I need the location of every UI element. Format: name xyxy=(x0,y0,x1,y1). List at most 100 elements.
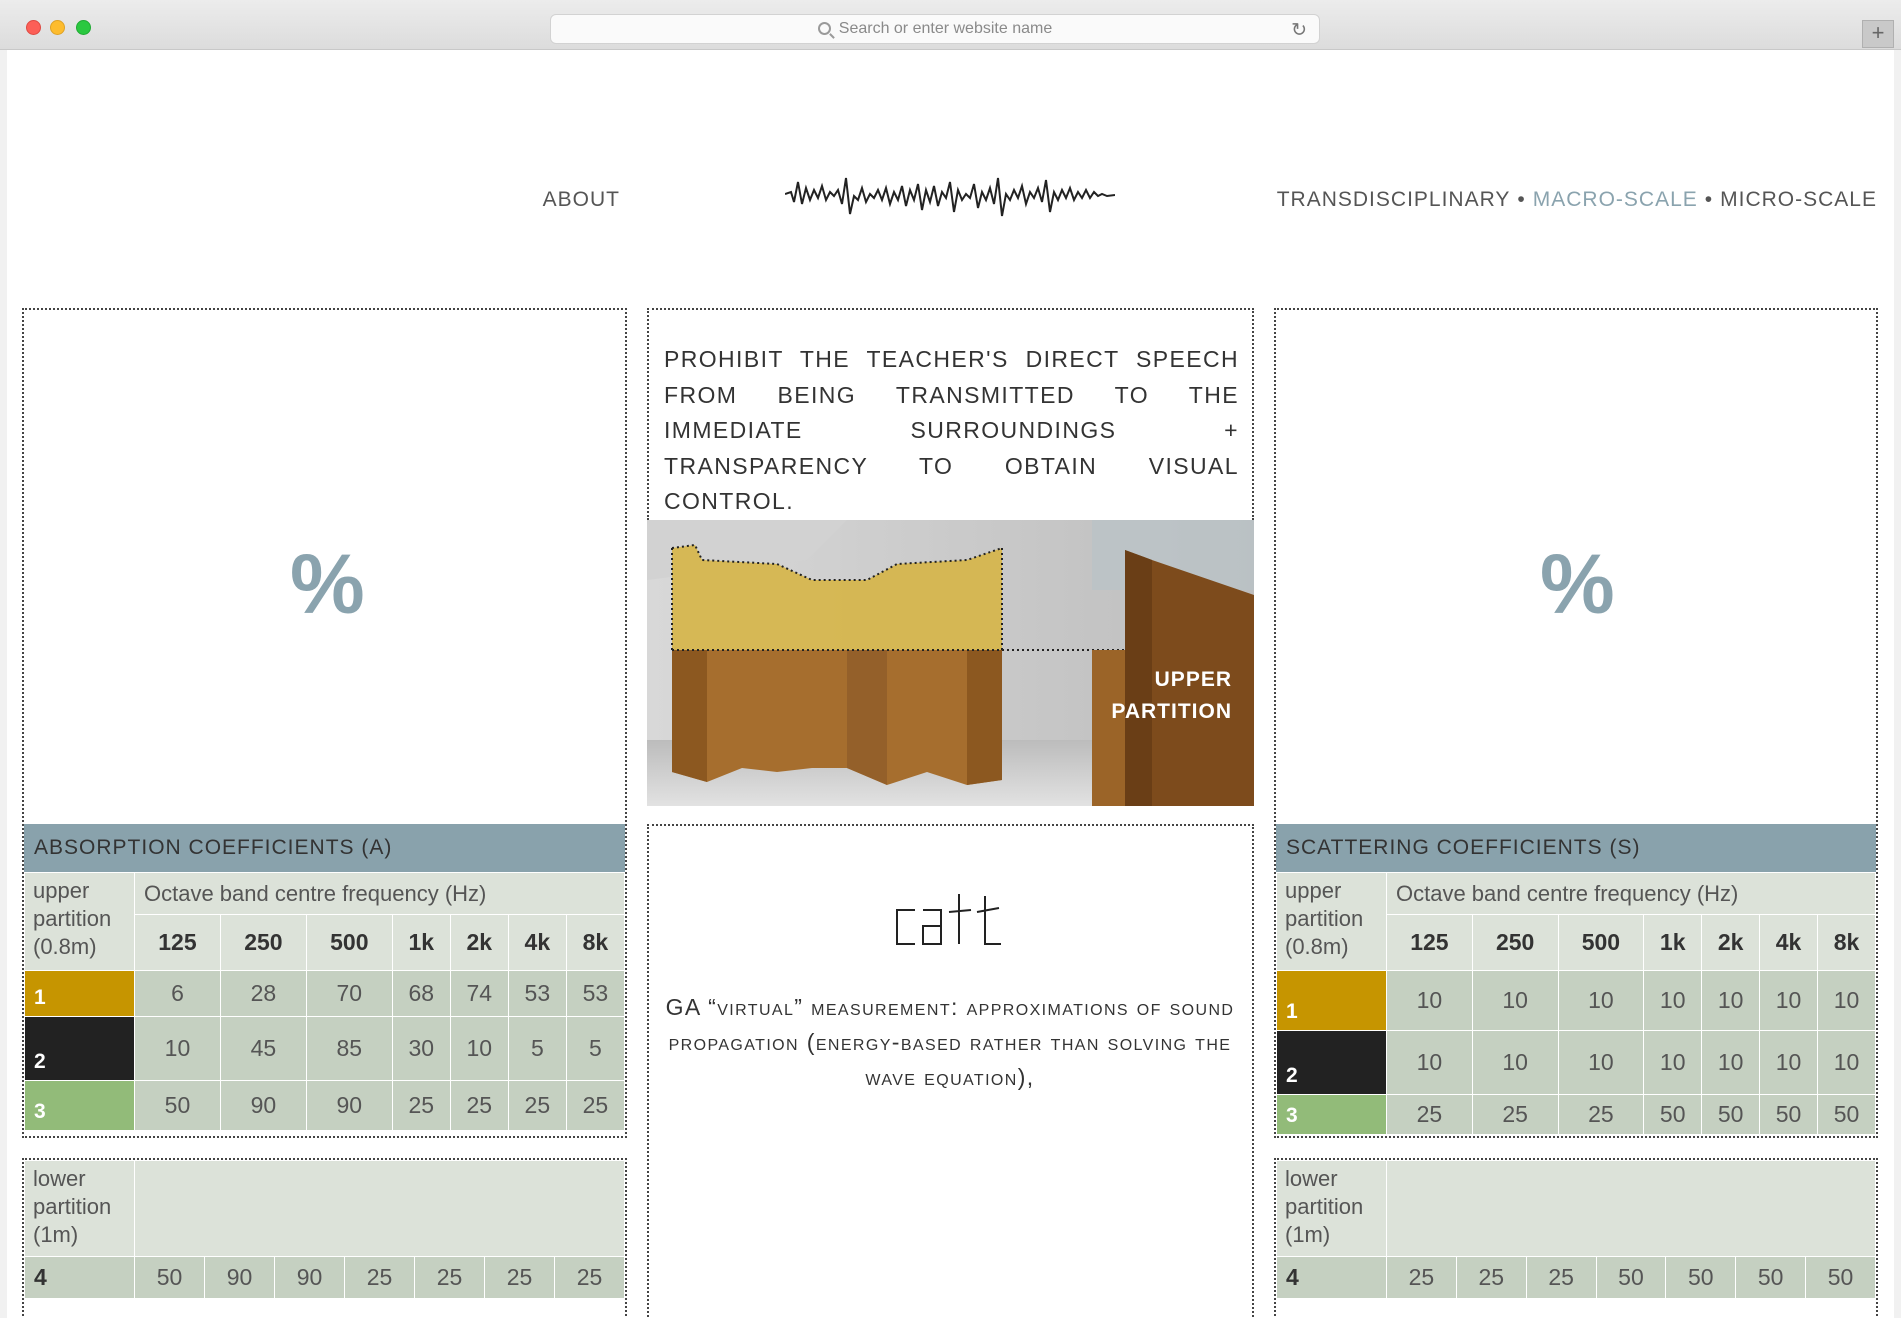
table-row: 3 50 90 90 25 25 25 25 xyxy=(24,1080,626,1131)
nav-separator: • xyxy=(1517,188,1526,211)
row-label-4: 4 xyxy=(1276,1256,1387,1299)
freq-header: 8k xyxy=(565,914,626,971)
table-cell: 10 xyxy=(1471,1030,1559,1095)
nav-transdisciplinary-link[interactable]: TRANSDISCIPLINARY xyxy=(1277,188,1511,211)
table-cell: 10 xyxy=(1759,1030,1818,1095)
scattering-title: SCATTERING COEFFICIENTS (S) xyxy=(1276,824,1876,872)
table-cell: 10 xyxy=(1386,970,1473,1031)
table-cell: 25 xyxy=(391,1080,451,1131)
empty-header-cell xyxy=(134,1160,625,1257)
freq-header: 1k xyxy=(391,914,451,971)
freq-header: 125 xyxy=(1386,914,1473,971)
octave-band-header: Octave band centre frequency (Hz) xyxy=(1386,872,1876,915)
table-cell: 50 xyxy=(1701,1094,1761,1135)
maximize-window-button[interactable] xyxy=(76,20,91,35)
freq-header: 250 xyxy=(219,914,307,971)
scale-nav: TRANSDISCIPLINARY • MACRO-SCALE • MICRO-SCAL… xyxy=(1277,188,1877,212)
table-cell: 90 xyxy=(305,1080,393,1131)
table-cell: 10 xyxy=(449,1016,509,1081)
absorption-percent-icon: % xyxy=(290,537,365,631)
table-cell: 10 xyxy=(1701,1030,1761,1095)
table-cell: 25 xyxy=(449,1080,509,1131)
row-label-1: 1 xyxy=(1276,970,1387,1031)
browser-toolbar: Search or enter website name ↻ + xyxy=(0,0,1901,50)
intro-text: PROHIBIT THE TEACHER'S DIRECT SPEECH FRO… xyxy=(664,346,1239,514)
table-cell: 25 xyxy=(484,1256,555,1299)
lower-partition-label: lower partition (1m) xyxy=(24,1160,135,1257)
table-cell: 10 xyxy=(134,1016,221,1081)
scattering-percent-icon: % xyxy=(1540,537,1615,631)
table-cell: 25 xyxy=(565,1080,626,1131)
absorption-table: upper partition (0.8m) Octave band centre … xyxy=(24,872,626,1131)
catt-logo-text: catt xyxy=(893,890,895,891)
table-cell: 25 xyxy=(1386,1094,1473,1135)
row-label-1: 1 xyxy=(24,970,135,1017)
table-row: 3 25 25 25 50 50 50 50 xyxy=(1276,1094,1877,1135)
table-cell: 50 xyxy=(134,1080,221,1131)
table-cell: 53 xyxy=(565,970,626,1017)
table-cell: 50 xyxy=(1805,1256,1876,1299)
table-row: 4 50 90 90 25 25 25 25 xyxy=(24,1256,625,1299)
freq-header: 2k xyxy=(1701,914,1761,971)
table-row: 2 10 10 10 10 10 10 10 xyxy=(1276,1030,1877,1095)
render-label-line-1: UPPER xyxy=(1154,668,1232,691)
scattering-table: upper partition (0.8m) Octave band centre … xyxy=(1276,872,1877,1135)
measurement-description: GA “virtual” measurement: approximations… xyxy=(665,994,1235,1090)
lower-scattering-table: lower partition (1m) 4 25 25 25 50 50 50 5… xyxy=(1276,1160,1876,1299)
row-label-4: 4 xyxy=(24,1256,135,1299)
table-cell: 10 xyxy=(1643,970,1703,1031)
table-cell: 25 xyxy=(1455,1256,1527,1299)
table-cell: 10 xyxy=(1557,1030,1645,1095)
row-label-2: 2 xyxy=(24,1016,135,1081)
table-row: 1 6 28 70 68 74 53 53 xyxy=(24,970,626,1017)
table-cell: 10 xyxy=(1557,970,1645,1031)
table-cell: 45 xyxy=(219,1016,307,1081)
table-cell: 10 xyxy=(1643,1030,1703,1095)
window-edge-right xyxy=(1894,50,1901,1318)
search-icon xyxy=(817,21,831,35)
soundwave-logo[interactable] xyxy=(785,170,1115,224)
table-cell: 70 xyxy=(305,970,393,1017)
table-cell: 5 xyxy=(565,1016,626,1081)
minimize-window-button[interactable] xyxy=(50,20,65,35)
lower-absorption-table: lower partition (1m) 4 50 90 90 25 25 25 2… xyxy=(24,1160,625,1299)
close-window-button[interactable] xyxy=(26,20,41,35)
reload-icon[interactable]: ↻ xyxy=(1291,19,1307,42)
absorption-title: ABSORPTION COEFFICIENTS (A) xyxy=(24,824,625,872)
table-cell: 50 xyxy=(1665,1256,1737,1299)
table-cell: 25 xyxy=(1557,1094,1645,1135)
freq-header: 8k xyxy=(1816,914,1877,971)
table-row: 4 25 25 25 50 50 50 50 xyxy=(1276,1256,1876,1299)
table-cell: 25 xyxy=(1525,1256,1597,1299)
address-bar[interactable]: Search or enter website name ↻ xyxy=(550,14,1320,44)
nav-micro-scale-link[interactable]: MICRO-SCALE xyxy=(1720,188,1877,211)
nav-separator: • xyxy=(1704,188,1714,211)
render-label: UPPER PARTITION xyxy=(1111,664,1232,728)
table-cell: 25 xyxy=(507,1080,567,1131)
new-tab-button[interactable]: + xyxy=(1862,20,1894,48)
table-cell: 25 xyxy=(1471,1094,1559,1135)
row-label-3: 3 xyxy=(1276,1094,1387,1135)
upper-partition-label: upper partition (0.8m) xyxy=(1276,872,1387,971)
table-cell: 10 xyxy=(1701,970,1761,1031)
table-cell: 30 xyxy=(391,1016,451,1081)
nav-about-link[interactable]: ABOUT xyxy=(520,188,620,212)
freq-header: 2k xyxy=(449,914,509,971)
freq-header: 4k xyxy=(1759,914,1818,971)
nav-macro-scale-link[interactable]: MACRO-SCALE xyxy=(1533,188,1698,211)
table-cell: 50 xyxy=(1816,1094,1877,1135)
table-cell: 25 xyxy=(1386,1256,1457,1299)
lower-partition-label: lower partition (1m) xyxy=(1276,1160,1387,1257)
table-cell: 90 xyxy=(274,1256,345,1299)
partition-render-graphic xyxy=(647,520,1254,806)
table-cell: 85 xyxy=(305,1016,393,1081)
table-cell: 10 xyxy=(1386,1030,1473,1095)
table-cell: 25 xyxy=(344,1256,415,1299)
table-cell: 90 xyxy=(219,1080,307,1131)
address-placeholder: Search or enter website name xyxy=(838,20,1053,37)
table-cell: 25 xyxy=(554,1256,625,1299)
table-cell: 10 xyxy=(1471,970,1559,1031)
octave-band-header: Octave band centre frequency (Hz) xyxy=(134,872,625,915)
table-cell: 74 xyxy=(449,970,509,1017)
row-label-3: 3 xyxy=(24,1080,135,1131)
